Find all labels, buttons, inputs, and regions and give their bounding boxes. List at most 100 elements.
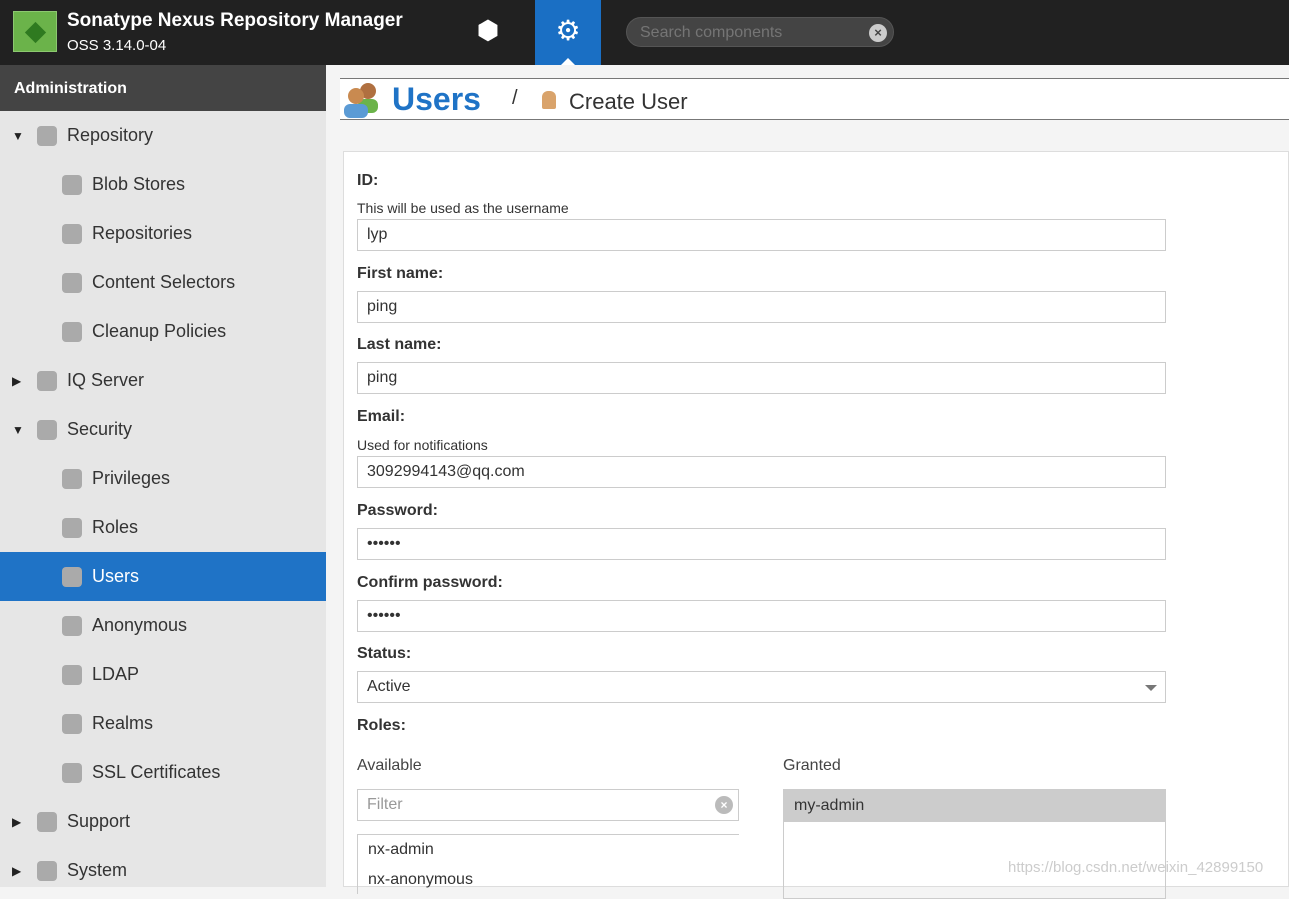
filter-placeholder: Filter (367, 796, 403, 813)
users-icon (62, 566, 82, 587)
sidebar-item-label: LDAP (92, 664, 140, 684)
sidebar-item-ldap[interactable]: LDAP (0, 650, 326, 699)
sidebar-item-label: Users (92, 566, 140, 586)
search-box: × (626, 17, 894, 48)
email-hint: Used for notifications (357, 437, 488, 453)
sidebar-item-privileges[interactable]: Privileges (0, 454, 326, 503)
nexus-logo (13, 11, 57, 52)
sidebar-item-iq-server[interactable]: ▶ IQ Server (0, 356, 326, 405)
broom-icon (62, 321, 82, 342)
sidebar-item-blob-stores[interactable]: Blob Stores (0, 160, 326, 209)
anonymous-icon (62, 615, 82, 636)
sidebar-item-label: Cleanup Policies (92, 321, 227, 341)
confirm-password-field[interactable]: •••••• (357, 600, 1166, 632)
user-icon (542, 91, 556, 109)
granted-label: Granted (783, 757, 841, 774)
clear-search-icon[interactable]: × (869, 24, 887, 42)
search-input[interactable] (627, 18, 857, 48)
server-icon (62, 174, 82, 195)
sidebar-title: Administration (0, 65, 326, 111)
list-item[interactable]: nx-anonymous (358, 865, 739, 895)
email-field[interactable]: 3092994143@qq.com (357, 456, 1166, 488)
sidebar-item-label: Anonymous (92, 615, 188, 635)
browse-cube-icon[interactable]: ⬢ (470, 15, 506, 49)
users-icon (344, 83, 378, 118)
app-name: Sonatype Nexus Repository Manager (67, 10, 403, 31)
caret-down-icon[interactable]: ▼ (12, 129, 24, 143)
medal-icon (62, 468, 82, 489)
status-value: Active (367, 678, 411, 695)
breadcrumb-users-link[interactable]: Users (392, 81, 481, 118)
sidebar-item-security[interactable]: ▼ Security (0, 405, 326, 454)
sidebar-item-label: Support (67, 811, 131, 831)
available-label: Available (357, 757, 422, 774)
list-item[interactable]: nx-admin (358, 835, 739, 865)
sidebar-item-system[interactable]: ▶ System (0, 846, 326, 895)
sidebar-item-users[interactable]: Users (0, 552, 326, 601)
last-name-label: Last name: (357, 336, 442, 353)
role-icon (62, 517, 82, 538)
create-user-form: ID: This will be used as the username ly… (343, 151, 1289, 899)
sidebar-item-realms[interactable]: Realms (0, 699, 326, 748)
sidebar-item-label: Privileges (92, 468, 171, 488)
app-version: OSS 3.14.0-04 (67, 37, 167, 54)
sidebar-item-roles[interactable]: Roles (0, 503, 326, 552)
sidebar-item-repositories[interactable]: Repositories (0, 209, 326, 258)
sidebar-item-label: Roles (92, 517, 139, 537)
sidebar-item-label: SSL Certificates (92, 762, 221, 782)
watermark: https://blog.csdn.net/weixin_42899150 (1008, 859, 1264, 876)
selector-icon (62, 272, 82, 293)
breadcrumb: Users / Create User (340, 78, 1289, 120)
sidebar: Administration ▼ Repository Blob Stores Rep… (0, 65, 326, 887)
email-label: Email: (357, 408, 406, 425)
available-roles-list: nx-admin nx-anonymous (357, 834, 739, 894)
certificate-icon (62, 762, 82, 783)
sidebar-item-label: System (67, 860, 128, 880)
role-filter-input[interactable]: Filter × (357, 789, 739, 821)
database-icon (37, 125, 57, 146)
sidebar-item-label: Realms (92, 713, 154, 733)
lifebuoy-icon (37, 811, 57, 832)
password-field[interactable]: •••••• (357, 528, 1166, 560)
gear-icon (37, 860, 57, 881)
password-label: Password: (357, 502, 438, 519)
caret-right-icon[interactable]: ▶ (12, 815, 21, 829)
security-icon (37, 419, 57, 440)
top-bar: Sonatype Nexus Repository Manager OSS 3.… (0, 0, 1289, 65)
first-name-label: First name: (357, 265, 444, 282)
book-icon (62, 664, 82, 685)
status-label: Status: (357, 645, 412, 662)
iq-icon (37, 370, 57, 391)
sidebar-item-ssl-certificates[interactable]: SSL Certificates (0, 748, 326, 797)
caret-down-icon[interactable]: ▼ (12, 423, 24, 437)
caret-right-icon[interactable]: ▶ (12, 864, 21, 878)
sidebar-item-label: Security (67, 419, 133, 439)
confirm-password-label: Confirm password: (357, 574, 503, 591)
clear-filter-icon[interactable]: × (715, 796, 733, 814)
id-field[interactable]: lyp (357, 219, 1166, 251)
sidebar-item-label: IQ Server (67, 370, 145, 390)
last-name-field[interactable]: ping (357, 362, 1166, 394)
granted-roles-list: my-admin (783, 789, 1166, 899)
roles-label: Roles: (357, 717, 406, 734)
first-name-field[interactable]: ping (357, 291, 1166, 323)
admin-gear-icon[interactable]: ⚙ (535, 0, 601, 65)
sidebar-item-repository[interactable]: ▼ Repository (0, 111, 326, 160)
sidebar-item-anonymous[interactable]: Anonymous (0, 601, 326, 650)
main-content: Users / Create User ID: This will be use… (326, 65, 1289, 899)
shield-icon (62, 713, 82, 734)
sidebar-item-label: Repository (67, 125, 154, 145)
id-label: ID: (357, 172, 379, 189)
sidebar-item-content-selectors[interactable]: Content Selectors (0, 258, 326, 307)
sidebar-item-label: Blob Stores (92, 174, 186, 194)
caret-right-icon[interactable]: ▶ (12, 374, 21, 388)
status-select[interactable]: Active (357, 671, 1166, 703)
sidebar-item-cleanup-policies[interactable]: Cleanup Policies (0, 307, 326, 356)
database-icon (62, 223, 82, 244)
id-hint: This will be used as the username (357, 200, 569, 216)
sidebar-item-label: Repositories (92, 223, 193, 243)
sidebar-item-label: Content Selectors (92, 272, 236, 292)
breadcrumb-separator: / (512, 87, 518, 109)
list-item[interactable]: my-admin (784, 790, 1165, 822)
sidebar-item-support[interactable]: ▶ Support (0, 797, 326, 846)
